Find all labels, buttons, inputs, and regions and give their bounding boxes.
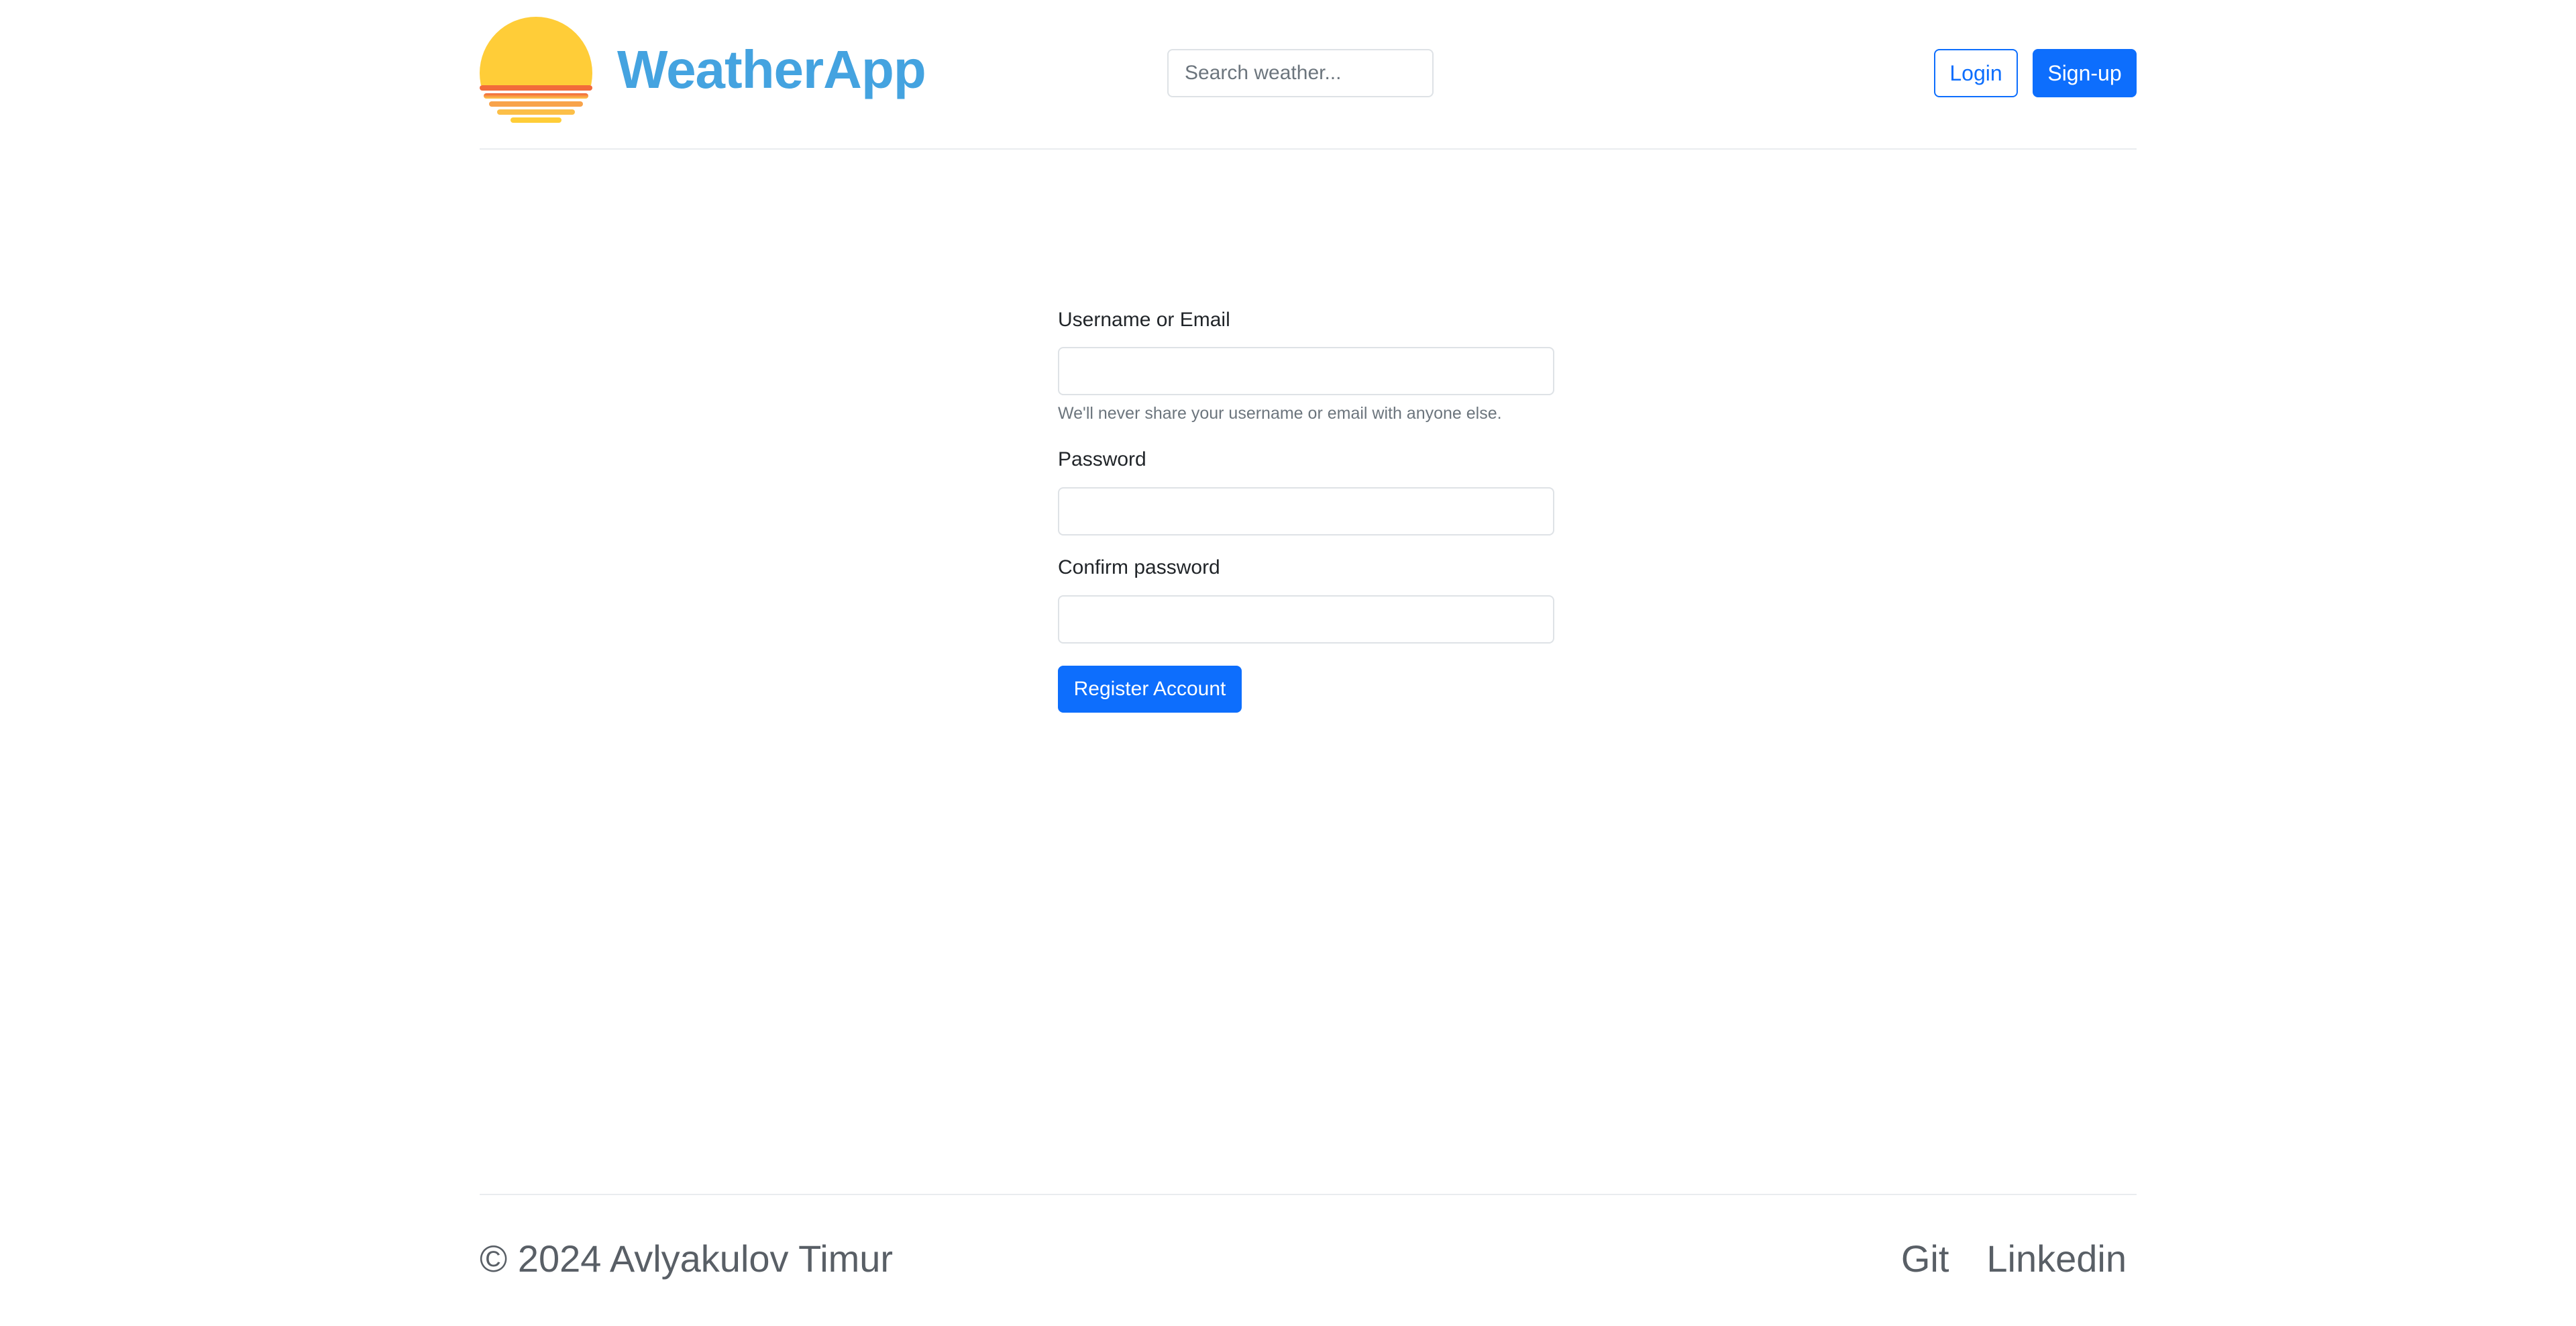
search-input[interactable] xyxy=(1167,49,1434,97)
linkedin-link[interactable]: Linkedin xyxy=(1986,1237,2127,1280)
brand-title[interactable]: WeatherApp xyxy=(617,39,926,101)
register-button[interactable]: Register Account xyxy=(1058,666,1242,713)
username-label: Username or Email xyxy=(1058,309,1230,331)
login-button[interactable]: Login xyxy=(1934,49,2018,97)
password-field[interactable] xyxy=(1058,487,1554,536)
confirm-password-field[interactable] xyxy=(1058,595,1554,644)
footer-links: Git Linkedin xyxy=(1901,1237,2127,1280)
signup-button[interactable]: Sign-up xyxy=(2033,49,2137,97)
sunset-icon[interactable] xyxy=(480,17,592,123)
site-footer: © 2024 Avlyakulov Timur Git Linkedin xyxy=(480,1194,2137,1326)
copyright-text: © 2024 Avlyakulov Timur xyxy=(480,1237,894,1280)
username-field[interactable] xyxy=(1058,347,1554,395)
password-label: Password xyxy=(1058,448,1146,470)
git-link[interactable]: Git xyxy=(1901,1237,1949,1280)
username-help-text: We'll never share your username or email… xyxy=(1058,404,1502,423)
confirm-password-label: Confirm password xyxy=(1058,556,1220,578)
site-header: WeatherApp Login Sign-up xyxy=(480,0,2137,150)
